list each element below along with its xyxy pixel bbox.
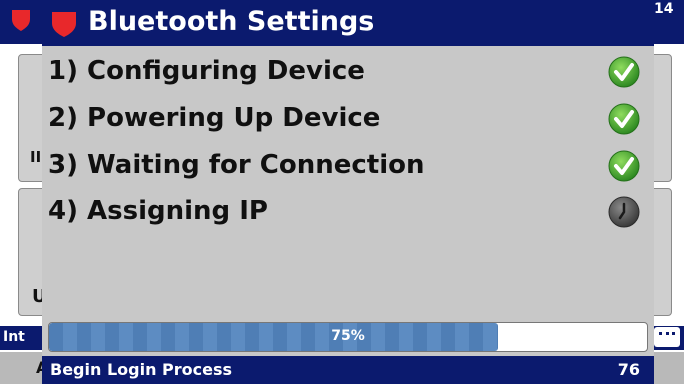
step-label: 1) Configuring Device: [48, 56, 365, 86]
background-fragment: II: [30, 148, 42, 166]
progress-percent: 75%: [331, 328, 365, 344]
checkmark-icon: [608, 103, 640, 135]
status-message: Begin Login Process: [50, 360, 233, 379]
checkmark-icon: [608, 150, 640, 182]
keyboard-icon[interactable]: [654, 327, 680, 347]
dialog-title-bar: Bluetooth Settings: [42, 0, 654, 46]
dialog-status-bar: Begin Login Process 76: [42, 356, 654, 384]
step-item: 3) Waiting for Connection: [48, 146, 644, 186]
status-count: 76: [617, 360, 640, 379]
shield-icon: [12, 10, 30, 31]
step-item: 4) Assigning IP: [48, 192, 644, 232]
step-label: 4) Assigning IP: [48, 196, 268, 226]
bluetooth-settings-dialog: Bluetooth Settings 1) Configuring Device…: [42, 0, 654, 384]
shield-icon: [52, 12, 76, 37]
clock-icon: [608, 196, 640, 228]
dialog-title: Bluetooth Settings: [88, 6, 375, 37]
step-label: 2) Powering Up Device: [48, 103, 381, 133]
step-item: 1) Configuring Device: [48, 52, 644, 92]
checkmark-icon: [608, 56, 640, 88]
step-label: 3) Waiting for Connection: [48, 150, 425, 180]
step-item: 2) Powering Up Device: [48, 99, 644, 139]
background-info-label: Int: [3, 329, 25, 345]
progress-bar: 75%: [48, 322, 648, 352]
background-corner-number: 14: [654, 1, 674, 17]
